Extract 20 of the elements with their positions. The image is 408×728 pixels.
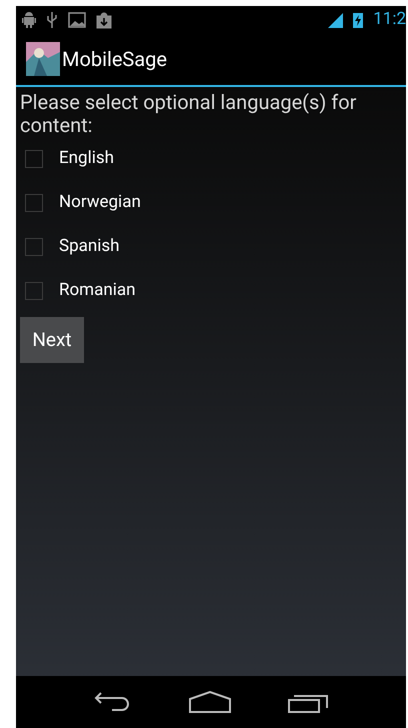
home-icon[interactable] xyxy=(188,691,231,713)
checkbox-label[interactable]: English xyxy=(59,146,114,172)
usb-icon xyxy=(46,10,58,28)
status-time: 11:2 xyxy=(373,11,406,28)
checkbox[interactable] xyxy=(25,282,43,300)
checkbox[interactable] xyxy=(25,194,43,212)
download-icon xyxy=(96,10,112,28)
app-title: MobileSage xyxy=(62,46,168,73)
checkbox-label[interactable]: Norwegian xyxy=(59,190,141,216)
checkbox[interactable] xyxy=(25,238,43,256)
next-button[interactable]: Next xyxy=(20,317,84,363)
prompt-text: Please select optional language(s) for content: xyxy=(20,91,358,137)
checkbox-label[interactable]: Spanish xyxy=(59,234,120,260)
android-icon xyxy=(22,10,36,28)
app-icon xyxy=(26,42,60,76)
checkbox-label[interactable]: Romanian xyxy=(59,278,136,304)
checkbox[interactable] xyxy=(25,150,43,168)
signal-icon xyxy=(327,12,344,28)
battery-icon xyxy=(353,12,364,28)
image-icon xyxy=(68,12,86,28)
